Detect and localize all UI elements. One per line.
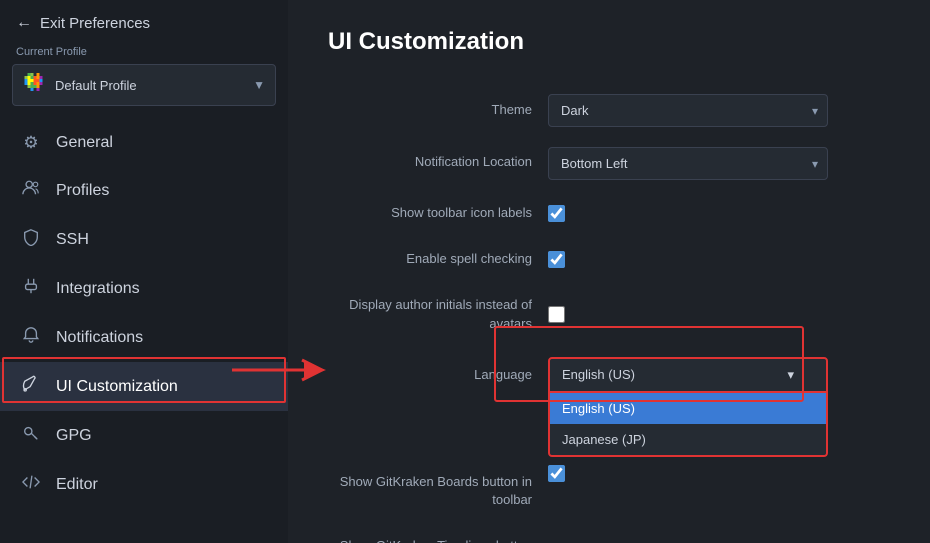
show-toolbar-label: Show toolbar icon labels: [328, 190, 548, 236]
brush-icon: [20, 375, 42, 398]
theme-select[interactable]: Dark Light: [548, 94, 828, 127]
show-boards-label: Show GitKraken Boards button in toolbar: [328, 403, 548, 523]
profile-pixel-icon: [23, 73, 47, 97]
enable-spell-control: [548, 236, 888, 282]
notification-location-control: Bottom Left Bottom Right Top Left Top Ri…: [548, 137, 888, 190]
show-toolbar-control: [548, 190, 888, 236]
notification-location-select[interactable]: Bottom Left Bottom Right Top Left Top Ri…: [548, 147, 828, 180]
theme-control: Dark Light ▾: [548, 84, 888, 137]
bell-icon: [20, 326, 42, 349]
language-option-ja[interactable]: Japanese (JP): [550, 424, 826, 455]
sidebar-item-editor-label: Editor: [56, 476, 98, 494]
sidebar-item-profiles-label: Profiles: [56, 182, 109, 200]
code-icon: [20, 473, 42, 496]
language-select-display[interactable]: English (US) ▾: [548, 357, 828, 393]
language-dropdown: English (US) Japanese (JP): [548, 393, 828, 457]
sidebar-item-notifications-label: Notifications: [56, 329, 143, 347]
show-timelines-control: [548, 523, 888, 543]
key-icon: [20, 424, 42, 447]
profile-name: Default Profile: [55, 78, 245, 93]
profiles-icon: [20, 179, 42, 202]
sidebar-item-general[interactable]: ⚙ General: [0, 120, 288, 166]
show-boards-checkbox[interactable]: [548, 465, 565, 482]
show-toolbar-checkbox[interactable]: [548, 205, 565, 222]
enable-spell-label: Enable spell checking: [328, 236, 548, 282]
show-timelines-label: Show GitKraken Timelines button in: [328, 523, 548, 543]
exit-preferences-label: Exit Preferences: [40, 15, 150, 32]
sidebar-item-general-label: General: [56, 134, 113, 152]
exit-preferences-button[interactable]: ← Exit Preferences: [0, 0, 288, 42]
language-option-en-us[interactable]: English (US): [550, 393, 826, 424]
profile-chevron-icon: ▼: [253, 78, 265, 92]
sidebar-item-ssh-label: SSH: [56, 231, 89, 249]
sidebar-item-ssh[interactable]: SSH: [0, 215, 288, 264]
exit-arrow-icon: ←: [16, 14, 32, 32]
display-author-control: [548, 282, 888, 346]
shield-icon: [20, 228, 42, 251]
sidebar-item-gpg[interactable]: GPG: [0, 411, 288, 460]
language-current-value: English (US): [562, 367, 635, 382]
gear-icon: ⚙: [20, 133, 42, 153]
settings-grid: Theme Dark Light ▾ Notification Location…: [328, 84, 888, 543]
sidebar: ← Exit Preferences Current Profile: [0, 0, 288, 543]
language-chevron-icon: ▾: [787, 367, 794, 383]
sidebar-item-gpg-label: GPG: [56, 427, 92, 445]
sidebar-item-profiles[interactable]: Profiles: [0, 166, 288, 215]
current-profile-label: Current Profile: [0, 42, 288, 64]
plug-icon: [20, 277, 42, 300]
notification-location-label: Notification Location: [328, 137, 548, 190]
display-author-checkbox[interactable]: [548, 306, 565, 323]
sidebar-item-ui-customization[interactable]: UI Customization: [0, 362, 288, 411]
language-control: English (US) ▾ English (US) Japanese (JP…: [548, 347, 888, 403]
theme-label: Theme: [328, 84, 548, 137]
profile-selector[interactable]: Default Profile ▼: [12, 64, 276, 106]
sidebar-item-integrations-label: Integrations: [56, 280, 140, 298]
notification-location-select-wrapper: Bottom Left Bottom Right Top Left Top Ri…: [548, 147, 828, 180]
main-content: UI Customization Theme Dark Light ▾ Noti…: [288, 0, 930, 543]
sidebar-item-notifications[interactable]: Notifications: [0, 313, 288, 362]
sidebar-item-ui-customization-label: UI Customization: [56, 378, 178, 396]
page-title: UI Customization: [328, 28, 890, 56]
enable-spell-checkbox[interactable]: [548, 251, 565, 268]
language-label: Language: [328, 347, 548, 403]
language-dropdown-wrapper: English (US) ▾ English (US) Japanese (JP…: [548, 357, 828, 393]
sidebar-item-integrations[interactable]: Integrations: [0, 264, 288, 313]
nav-menu: ⚙ General Profiles SSH: [0, 120, 288, 543]
display-author-label: Display author initials instead of avata…: [328, 282, 548, 346]
sidebar-item-editor[interactable]: Editor: [0, 460, 288, 509]
theme-select-wrapper: Dark Light ▾: [548, 94, 828, 127]
